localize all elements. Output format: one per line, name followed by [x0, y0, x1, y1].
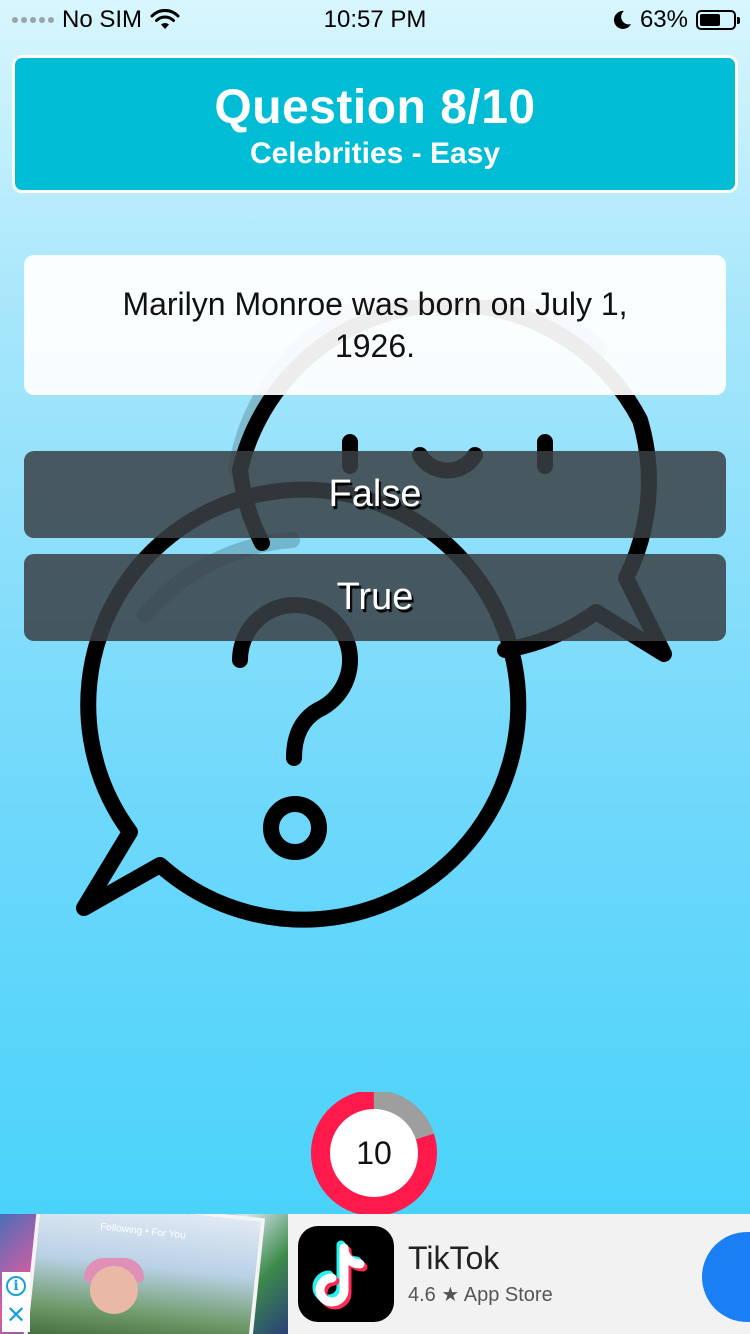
ad-app-meta: 4.6 ★ App Store [408, 1282, 553, 1307]
info-icon[interactable]: i [6, 1276, 26, 1296]
category-difficulty: Celebrities - Easy [249, 137, 501, 170]
answer-true-button[interactable]: True [24, 554, 726, 641]
question-card: Marilyn Monroe was born on July 1, 1926. [24, 255, 726, 395]
countdown-timer: 10 [310, 1090, 438, 1216]
ad-store: App Store [463, 1284, 553, 1306]
question-header: Question 8/10 Celebrities - Easy [12, 55, 738, 193]
ad-install-button[interactable] [702, 1232, 750, 1322]
page-title: Question 8/10 [214, 81, 536, 134]
battery-icon [696, 10, 740, 30]
close-icon[interactable]: ✕ [6, 1304, 26, 1328]
ad-info-panel: i ✕ [2, 1272, 30, 1332]
ad-person [90, 1266, 138, 1314]
star-icon: ★ [441, 1284, 460, 1306]
question-text: Marilyn Monroe was born on July 1, 1926. [122, 286, 628, 364]
ad-app-name[interactable]: TikTok [408, 1240, 499, 1277]
battery-level [700, 14, 720, 26]
ad-rating: 4.6 [408, 1284, 436, 1306]
answer-false-button[interactable]: False [24, 451, 726, 538]
timer-value: 10 [356, 1134, 392, 1171]
ad-banner[interactable]: Following • For You i ✕ TikTok 4.6 ★ App… [0, 1214, 750, 1334]
status-bar: No SIM 10:57 PM 63% [0, 0, 750, 40]
status-right: 63% [612, 6, 740, 34]
tiktok-logo-icon[interactable] [298, 1226, 394, 1322]
moon-icon [613, 10, 631, 29]
speech-bubbles-illustration [76, 300, 672, 928]
ad-image[interactable]: Following • For You [0, 1214, 288, 1334]
battery-percent: 63% [639, 6, 688, 33]
